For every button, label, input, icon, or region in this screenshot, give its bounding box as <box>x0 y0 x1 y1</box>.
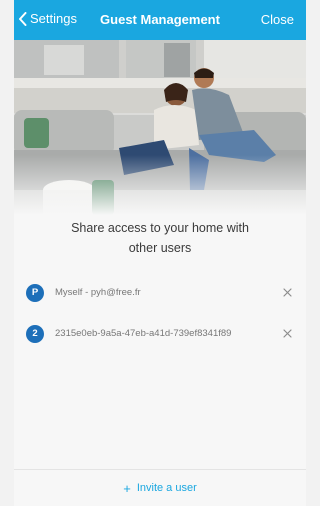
invite-user-button[interactable]: + Invite a user <box>123 481 197 496</box>
close-icon <box>282 329 292 338</box>
share-text-line-1: Share access to your home with <box>71 221 249 235</box>
hero-image <box>14 40 306 215</box>
remove-user-button[interactable] <box>280 327 294 341</box>
close-icon <box>282 288 292 297</box>
chevron-left-icon <box>19 11 27 26</box>
hero-fade <box>14 155 306 215</box>
plus-icon: + <box>123 480 131 496</box>
navigation-bar: Settings Guest Management Close <box>14 0 306 40</box>
app-screen: Settings Guest Management Close Share ac… <box>14 0 306 506</box>
back-label: Settings <box>30 11 77 26</box>
share-access-description: Share access to your home with other use… <box>34 218 286 258</box>
user-label: 2315e0eb-9a5a-47eb-a41d-739ef8341f89 <box>55 328 232 339</box>
invite-footer: + Invite a user <box>14 469 306 506</box>
share-text-line-2: other users <box>128 241 192 255</box>
list-item: P Myself - pyh@free.fr <box>14 272 306 313</box>
avatar: P <box>26 283 44 302</box>
user-list: P Myself - pyh@free.fr 2 2315e0eb-9a5a-4… <box>14 272 306 354</box>
list-item: 2 2315e0eb-9a5a-47eb-a41d-739ef8341f89 <box>14 313 306 354</box>
remove-user-button[interactable] <box>280 286 294 300</box>
avatar: 2 <box>26 324 44 343</box>
back-button[interactable]: Settings <box>18 11 77 26</box>
close-button[interactable]: Close <box>261 12 294 27</box>
invite-label: Invite a user <box>136 482 197 494</box>
user-label: Myself - pyh@free.fr <box>55 287 141 298</box>
